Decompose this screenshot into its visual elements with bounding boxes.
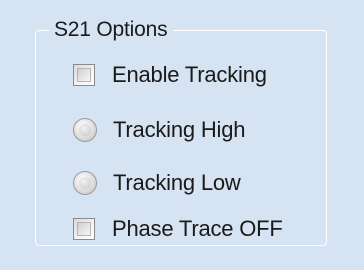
enable-tracking-label[interactable]: Enable Tracking <box>112 62 267 88</box>
tracking-high-label[interactable]: Tracking High <box>113 117 246 143</box>
phase-trace-off-checkbox-option[interactable]: Phase Trace OFF <box>73 214 283 244</box>
groupbox-title: S21 Options <box>49 17 174 43</box>
tracking-low-radio-option[interactable]: Tracking Low <box>73 168 241 198</box>
enable-tracking-checkbox-option[interactable]: Enable Tracking <box>73 60 267 90</box>
radio-button-icon[interactable] <box>73 171 97 195</box>
radio-button-icon[interactable] <box>73 118 97 142</box>
tracking-high-radio-option[interactable]: Tracking High <box>73 115 246 145</box>
checkbox-icon[interactable] <box>73 218 95 240</box>
phase-trace-off-label[interactable]: Phase Trace OFF <box>112 216 283 242</box>
tracking-low-label[interactable]: Tracking Low <box>113 170 241 196</box>
checkbox-icon[interactable] <box>73 64 95 86</box>
